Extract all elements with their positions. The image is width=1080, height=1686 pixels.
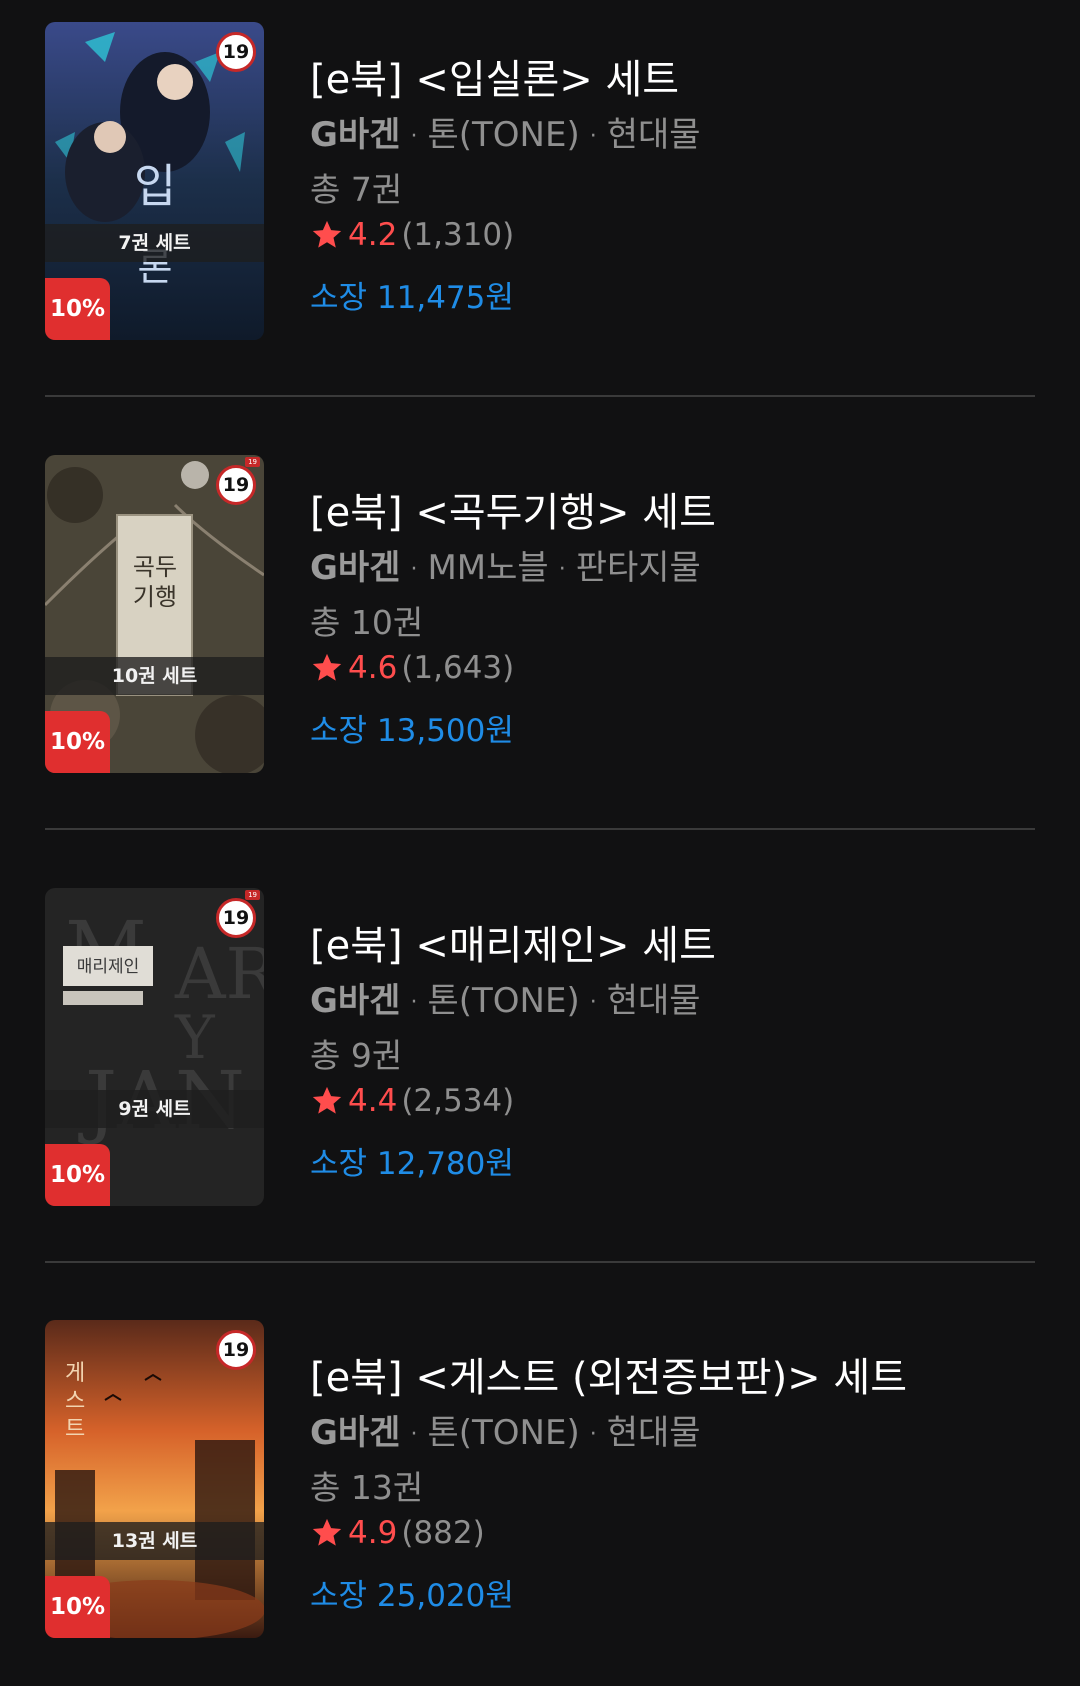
svg-text:기행: 기행 xyxy=(133,583,177,611)
separator: · xyxy=(410,557,418,582)
set-label: 7권 세트 xyxy=(45,224,264,262)
separator: · xyxy=(589,990,597,1015)
star-icon xyxy=(312,653,342,681)
discount-badge: 10% xyxy=(45,1144,110,1206)
book-title[interactable]: [e북] <매리제인> 세트 xyxy=(310,913,716,971)
divider xyxy=(45,828,1035,830)
set-label: 13권 세트 xyxy=(45,1522,264,1560)
genre-label: 현대물 xyxy=(606,1413,701,1453)
book-meta: G바겐 · 톤(TONE) · 현대물 xyxy=(310,107,701,156)
price: 소장 13,500원 xyxy=(310,713,514,749)
svg-text:게: 게 xyxy=(65,1361,85,1386)
rating: 4.6 (1,643) xyxy=(310,650,514,686)
separator: · xyxy=(410,990,418,1015)
review-count: (1,310) xyxy=(401,217,515,253)
genre-label: 현대물 xyxy=(606,981,701,1021)
author-link[interactable]: G바겐 xyxy=(310,548,400,588)
age-warning-tag: 19 xyxy=(245,890,260,900)
book-meta: G바겐 · 톤(TONE) · 현대물 xyxy=(310,1405,701,1454)
volume-count: 총 9권 xyxy=(310,1036,403,1075)
separator: · xyxy=(558,557,566,582)
volume-count: 총 13권 xyxy=(310,1468,424,1507)
divider xyxy=(45,1261,1035,1263)
rating-score: 4.4 xyxy=(348,1083,398,1119)
publisher-link[interactable]: 톤(TONE) xyxy=(427,1413,579,1453)
price: 소장 12,780원 xyxy=(310,1146,514,1182)
author-link[interactable]: G바겐 xyxy=(310,981,400,1021)
divider xyxy=(45,395,1035,397)
separator: · xyxy=(410,1422,418,1447)
author-link[interactable]: G바겐 xyxy=(310,115,400,155)
rating-score: 4.2 xyxy=(348,217,398,253)
rating: 4.9 (882) xyxy=(310,1515,485,1551)
set-label: 10권 세트 xyxy=(45,657,264,695)
book-cover[interactable]: 곡두 기행 19 19 10권 세트 10% xyxy=(45,455,264,773)
review-count: (2,534) xyxy=(401,1083,515,1119)
star-icon xyxy=(312,1518,342,1546)
list-item[interactable]: 게 스 트 19 13권 세트 10% [e북] <게스트 (외전증보판)> 세… xyxy=(45,1320,1035,1640)
book-cover[interactable]: 입 론 19 7권 세트 10% xyxy=(45,22,264,340)
rating-score: 4.9 xyxy=(348,1515,398,1551)
volume-count: 총 7권 xyxy=(310,170,403,209)
review-count: (882) xyxy=(401,1515,485,1551)
list-item[interactable]: 곡두 기행 19 19 10권 세트 10% [e북] <곡두기행> 세트 G바… xyxy=(45,455,1035,775)
separator: · xyxy=(589,124,597,149)
rating: 4.4 (2,534) xyxy=(310,1083,514,1119)
publisher-link[interactable]: MM노블 xyxy=(427,548,548,588)
book-meta: G바겐 · 톤(TONE) · 현대물 xyxy=(310,973,701,1022)
set-label: 9권 세트 xyxy=(45,1090,264,1128)
volume-count: 총 10권 xyxy=(310,603,424,642)
publisher-link[interactable]: 톤(TONE) xyxy=(427,981,579,1021)
book-cover[interactable]: M AR Y JAN 매리제인 19 19 9권 세트 10% xyxy=(45,888,264,1206)
review-count: (1,643) xyxy=(401,650,515,686)
genre-label: 현대물 xyxy=(606,115,701,155)
star-icon xyxy=(312,1086,342,1114)
rating: 4.2 (1,310) xyxy=(310,217,514,253)
discount-badge: 10% xyxy=(45,278,110,340)
list-item[interactable]: 입 론 19 7권 세트 10% [e북] <입실론> 세트 G바겐 · 톤(TON… xyxy=(45,22,1035,342)
star-icon xyxy=(312,220,342,248)
separator: · xyxy=(410,124,418,149)
book-meta: G바겐 · MM노블 · 판타지물 xyxy=(310,540,701,589)
svg-text:입: 입 xyxy=(134,159,176,213)
author-link[interactable]: G바겐 xyxy=(310,1413,400,1453)
publisher-link[interactable]: 톤(TONE) xyxy=(427,115,579,155)
age-warning-tag: 19 xyxy=(245,457,260,467)
svg-text:스: 스 xyxy=(65,1389,85,1414)
discount-badge: 10% xyxy=(45,711,110,773)
book-title[interactable]: [e북] <게스트 (외전증보판)> 세트 xyxy=(310,1345,907,1403)
age-rating-badge: 19 xyxy=(216,898,256,938)
price: 소장 25,020원 xyxy=(310,1578,514,1614)
svg-text:매리제인: 매리제인 xyxy=(77,957,140,977)
price: 소장 11,475원 xyxy=(310,280,514,316)
list-item[interactable]: M AR Y JAN 매리제인 19 19 9권 세트 10% [e북] <매리… xyxy=(45,888,1035,1208)
book-cover[interactable]: 게 스 트 19 13권 세트 10% xyxy=(45,1320,264,1638)
discount-badge: 10% xyxy=(45,1576,110,1638)
age-rating-badge: 19 xyxy=(216,1330,256,1370)
age-rating-badge: 19 xyxy=(216,32,256,72)
rating-score: 4.6 xyxy=(348,650,398,686)
book-title[interactable]: [e북] <곡두기행> 세트 xyxy=(310,480,716,538)
separator: · xyxy=(589,1422,597,1447)
age-rating-badge: 19 xyxy=(216,465,256,505)
svg-text:트: 트 xyxy=(65,1417,85,1442)
genre-label: 판타지물 xyxy=(575,548,701,588)
book-title[interactable]: [e북] <입실론> 세트 xyxy=(310,47,679,105)
svg-text:곡두: 곡두 xyxy=(133,553,177,581)
